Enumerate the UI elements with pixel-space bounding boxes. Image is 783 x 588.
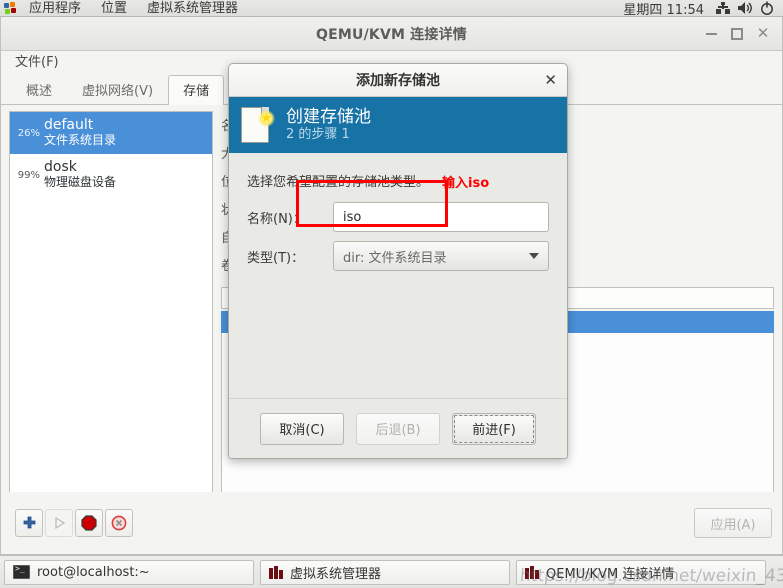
taskbar-item-label: 虚拟系统管理器: [290, 566, 382, 582]
dialog-description: 选择您希望配置的存储池类型。: [247, 175, 430, 190]
star-icon: ★: [258, 110, 275, 127]
pool-type-select[interactable]: dir: 文件系统目录: [333, 241, 549, 271]
back-button[interactable]: 后退(B): [356, 412, 440, 445]
dialog-body: 选择您希望配置的存储池类型。 名称(N)： iso 类型(T)： dir: 文件…: [229, 153, 567, 271]
window-title: QEMU/KVM 连接详情: [316, 26, 467, 43]
type-field-row: 类型(T)： dir: 文件系统目录: [247, 241, 549, 271]
taskbar-item-label: QEMU/KVM 连接详情: [546, 566, 675, 582]
pool-usage-percent: 26%: [17, 127, 40, 139]
tab-virtual-networks[interactable]: 虚拟网络(V): [67, 75, 168, 105]
taskbar-item-virt-manager[interactable]: 虚拟系统管理器: [260, 559, 510, 585]
annotation-label: 输入iso: [442, 176, 490, 191]
tab-storage[interactable]: 存储: [168, 75, 225, 105]
panel-status-area: 星期四 11:54: [623, 0, 783, 17]
cancel-button[interactable]: 取消(C): [260, 412, 344, 445]
taskbar-item-label: root@localhost:~: [37, 564, 150, 580]
pool-type: 文件系统目录: [44, 133, 117, 148]
name-field-row: 名称(N)： iso: [247, 202, 549, 232]
name-field-label: 名称(N)：: [247, 211, 306, 227]
tab-overview[interactable]: 概述: [11, 75, 67, 105]
terminal-icon: [13, 564, 30, 579]
storage-pool-list[interactable]: 26% default 文件系统目录 99% dosk 物理磁盘设备: [9, 111, 213, 543]
pool-type: 物理磁盘设备: [44, 175, 117, 190]
list-item[interactable]: 99% dosk 物理磁盘设备: [10, 154, 212, 196]
pool-usage-percent: 99%: [17, 169, 40, 181]
pool-name: default: [44, 117, 94, 134]
volume-icon[interactable]: [735, 0, 757, 16]
desktop-top-panel: 应用程序 位置 虚拟系统管理器 星期四 11:54: [0, 0, 783, 17]
panel-menu-virt-manager[interactable]: 虚拟系统管理器: [137, 0, 248, 16]
pool-type-value: dir: 文件系统目录: [343, 250, 447, 266]
delete-pool-button[interactable]: [105, 509, 133, 537]
maximize-icon[interactable]: [724, 21, 750, 47]
banner-text: 创建存储池 2 的步骤 1: [286, 107, 371, 142]
pool-text: dosk 物理磁盘设备: [44, 160, 116, 189]
new-storage-pool-icon: ★: [241, 105, 275, 145]
taskbar: root@localhost:~ 虚拟系统管理器 QEMU/KVM 连接详情 h…: [0, 555, 783, 588]
add-storage-pool-dialog: 添加新存储池 ✕ ★ 创建存储池 2 的步骤 1 选择您希望配置的存储池类型。 …: [228, 63, 568, 459]
apply-button[interactable]: 应用(A): [694, 508, 772, 538]
start-pool-button[interactable]: [45, 509, 73, 537]
window-controls: ✕: [698, 21, 782, 47]
menu-file[interactable]: 文件(F): [9, 51, 65, 75]
list-item[interactable]: 26% default 文件系统目录: [10, 112, 212, 154]
window-bottom-toolbar: 应用(A): [1, 492, 782, 554]
power-icon[interactable]: [757, 0, 779, 16]
panel-menu-places[interactable]: 位置: [91, 0, 137, 16]
stop-pool-button[interactable]: [75, 509, 103, 537]
screen: 应用程序 位置 虚拟系统管理器 星期四 11:54 QEMU/KVM 连接详情 …: [0, 0, 783, 588]
vm-icon: [269, 565, 283, 579]
dialog-title: 添加新存储池: [356, 73, 440, 89]
vm-icon: [525, 565, 539, 579]
delete-icon: [111, 515, 127, 531]
chevron-down-icon: [529, 253, 539, 259]
pool-name: dosk: [44, 159, 77, 176]
window-titlebar: QEMU/KVM 连接详情 ✕: [1, 17, 782, 51]
type-field-label: 类型(T)：: [247, 250, 305, 266]
pool-name-input[interactable]: iso: [333, 202, 549, 232]
stop-icon: [81, 515, 97, 531]
pool-action-buttons: [15, 509, 133, 537]
taskbar-item-terminal[interactable]: root@localhost:~: [4, 559, 254, 585]
close-icon[interactable]: ✕: [750, 21, 776, 47]
applications-icon[interactable]: [4, 1, 18, 15]
panel-clock[interactable]: 星期四 11:54: [623, 0, 713, 17]
add-pool-button[interactable]: [15, 509, 43, 537]
dialog-banner: ★ 创建存储池 2 的步骤 1: [229, 97, 567, 153]
network-icon[interactable]: [713, 0, 735, 16]
banner-step-indicator: 2 的步骤 1: [286, 127, 350, 143]
add-icon: [23, 516, 35, 528]
dialog-action-bar: 取消(C) 后退(B) 前进(F): [229, 398, 567, 458]
pool-text: default 文件系统目录: [44, 118, 116, 147]
taskbar-item-connection-details[interactable]: QEMU/KVM 连接详情: [516, 559, 766, 585]
forward-button[interactable]: 前进(F): [452, 412, 536, 445]
dialog-close-icon[interactable]: ✕: [544, 72, 557, 88]
panel-menu-applications[interactable]: 应用程序: [19, 0, 91, 16]
play-icon: [55, 516, 66, 530]
dialog-titlebar: 添加新存储池 ✕: [229, 64, 567, 97]
minimize-icon[interactable]: [698, 21, 724, 47]
banner-heading: 创建存储池: [286, 107, 371, 128]
